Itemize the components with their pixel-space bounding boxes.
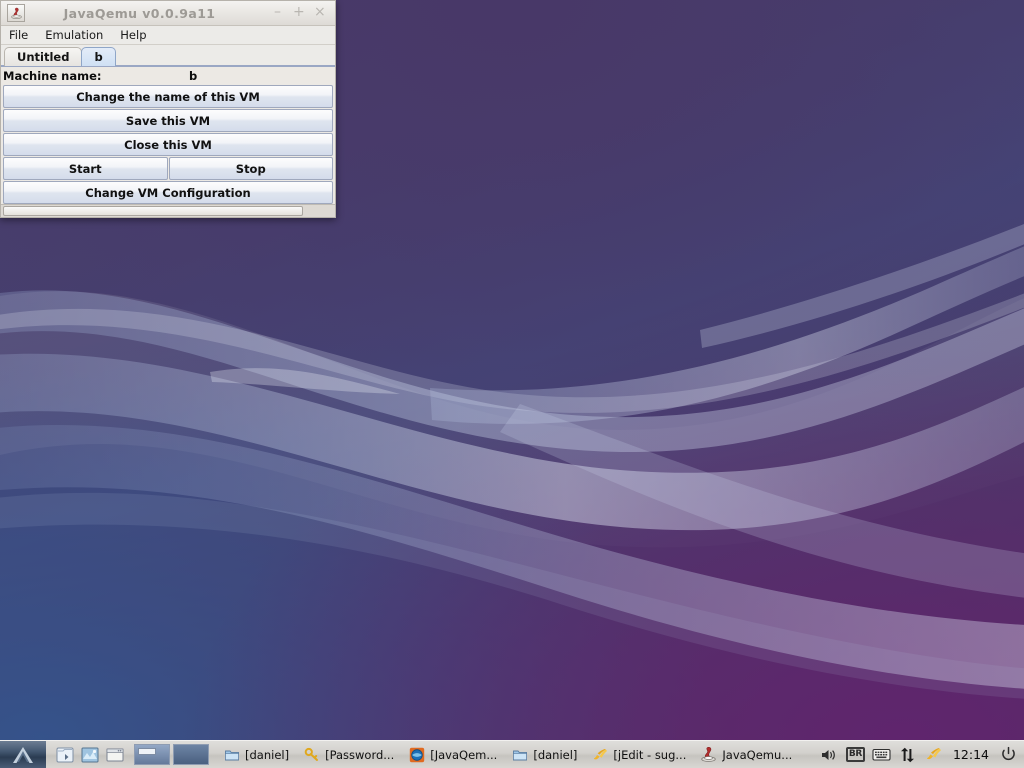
task-list[interactable]: [daniel] [Password... [JavaQem... [danie… xyxy=(219,742,820,768)
taskbar[interactable]: [daniel] [Password... [JavaQem... [danie… xyxy=(0,740,1024,768)
system-tray[interactable]: BR 12:14 xyxy=(820,745,1024,764)
menu-emulation[interactable]: Emulation xyxy=(43,27,105,43)
task-label: [JavaQem... xyxy=(430,747,498,762)
maximize-icon[interactable]: + xyxy=(293,5,305,20)
workspace-pager[interactable] xyxy=(134,744,209,765)
folder-icon xyxy=(223,746,240,763)
task-button[interactable]: [JavaQem... xyxy=(404,742,505,768)
quick-launch-bar[interactable] xyxy=(46,744,126,766)
workspace-2[interactable] xyxy=(173,744,209,765)
keyboard-icon[interactable] xyxy=(872,745,891,764)
volume-icon[interactable] xyxy=(820,745,839,764)
browser-icon xyxy=(408,746,425,763)
minimize-icon[interactable]: – xyxy=(272,5,283,20)
task-button[interactable]: [daniel] xyxy=(507,742,585,768)
key-icon xyxy=(303,746,320,763)
change-config-button[interactable]: Change VM Configuration xyxy=(3,181,333,204)
task-button[interactable]: JavaQemu... xyxy=(696,742,800,768)
menu-help[interactable]: Help xyxy=(118,27,148,43)
folder-icon xyxy=(511,746,528,763)
workspace-1[interactable] xyxy=(134,744,170,765)
desktop: JavaQemu v0.0.9a11 – + × File Emulation … xyxy=(0,0,1024,768)
vm-actions: Change the name of this VM Save this VM … xyxy=(1,84,335,204)
clock[interactable]: 12:14 xyxy=(950,747,992,762)
image-viewer-icon[interactable] xyxy=(79,744,101,766)
tab-untitled[interactable]: Untitled xyxy=(4,47,83,66)
keyboard-layout-label: BR xyxy=(845,747,866,762)
vm-panel: Machine name: b Change the name of this … xyxy=(1,66,335,217)
terminal-window-icon[interactable] xyxy=(104,744,126,766)
jedit-tray-icon[interactable] xyxy=(924,745,943,764)
vm-tabstrip[interactable]: Untitled b xyxy=(1,45,335,66)
start-stop-row: Start Stop xyxy=(3,157,333,180)
javaqemu-window[interactable]: JavaQemu v0.0.9a11 – + × File Emulation … xyxy=(0,0,336,218)
jedit-icon xyxy=(591,746,608,763)
file-manager-icon[interactable] xyxy=(54,744,76,766)
network-activity-icon[interactable] xyxy=(898,745,917,764)
task-button[interactable]: [jEdit - sug... xyxy=(587,742,694,768)
machine-name-label: Machine name: xyxy=(3,68,102,83)
power-icon[interactable] xyxy=(999,745,1018,764)
workspace-window-thumb xyxy=(138,748,156,755)
start-button[interactable]: Start xyxy=(3,157,168,180)
task-label: [daniel] xyxy=(533,747,578,762)
close-vm-button[interactable]: Close this VM xyxy=(3,133,333,156)
task-label: JavaQemu... xyxy=(722,747,793,762)
scrollbar-thumb[interactable] xyxy=(3,206,303,216)
horizontal-scrollbar[interactable] xyxy=(1,204,335,217)
tab-b[interactable]: b xyxy=(81,47,116,66)
close-icon[interactable]: × xyxy=(314,5,326,20)
window-titlebar[interactable]: JavaQemu v0.0.9a11 – + × xyxy=(1,1,335,26)
task-label: [jEdit - sug... xyxy=(613,747,687,762)
machine-name-row: Machine name: b xyxy=(1,67,335,84)
machine-name-value: b xyxy=(189,68,198,83)
start-menu-icon[interactable] xyxy=(0,741,46,768)
javaqemu-icon xyxy=(700,746,717,763)
keyboard-layout-badge[interactable]: BR xyxy=(845,745,866,764)
stop-button[interactable]: Stop xyxy=(168,157,333,180)
window-title: JavaQemu v0.0.9a11 xyxy=(63,5,216,21)
menubar[interactable]: File Emulation Help xyxy=(1,26,335,45)
change-name-button[interactable]: Change the name of this VM xyxy=(3,85,333,108)
menu-file[interactable]: File xyxy=(7,27,30,43)
task-label: [daniel] xyxy=(245,747,290,762)
save-vm-button[interactable]: Save this VM xyxy=(3,109,333,132)
window-controls[interactable]: – + × xyxy=(272,5,331,20)
task-button[interactable]: [daniel] xyxy=(219,742,297,768)
task-button[interactable]: [Password... xyxy=(299,742,402,768)
task-label: [Password... xyxy=(325,747,395,762)
